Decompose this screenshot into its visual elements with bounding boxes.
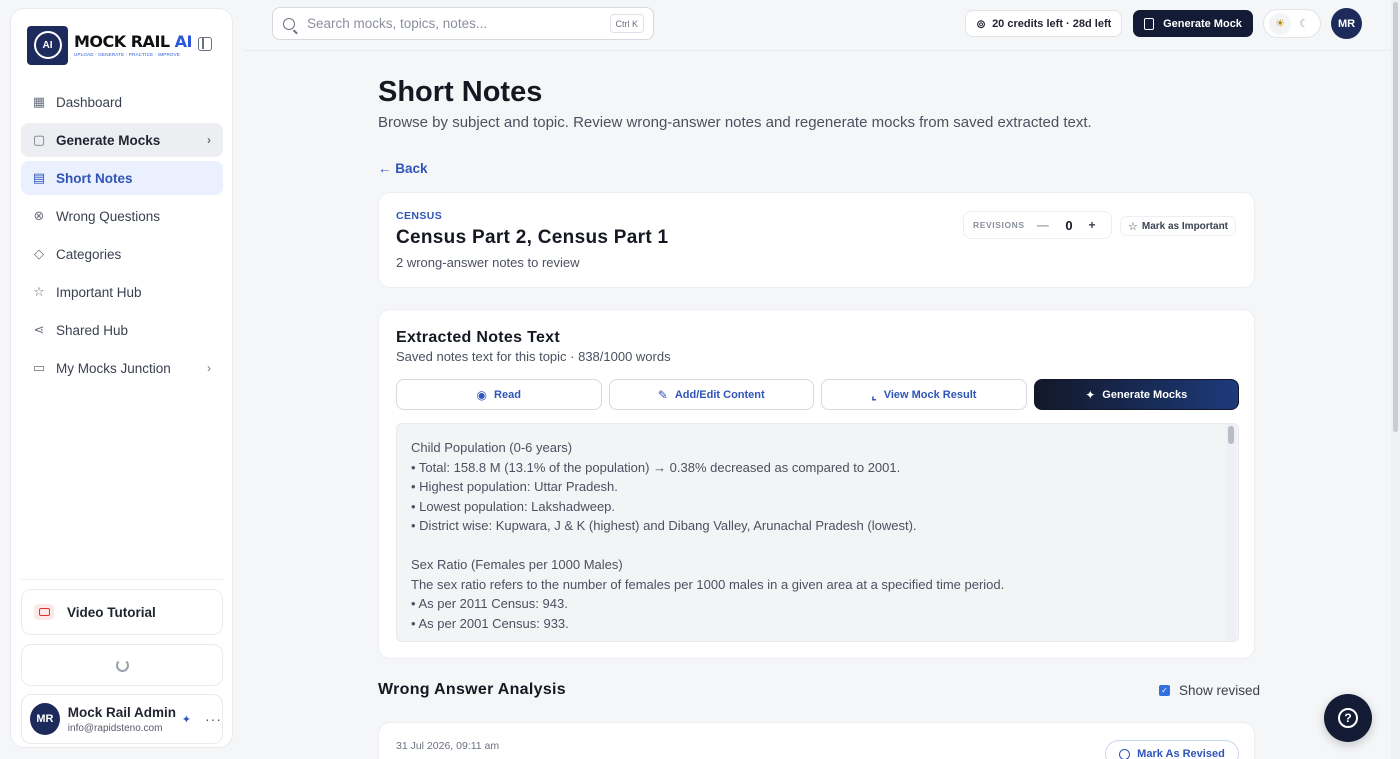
chart-line-icon: ⌞ [871, 387, 877, 402]
sidebar-item-short-notes[interactable]: ▤ Short Notes [21, 161, 223, 195]
sun-icon[interactable]: ☀ [1269, 12, 1291, 35]
sidebar-item-wrong-questions[interactable]: ⊗ Wrong Questions [21, 199, 223, 233]
sidebar-item-label: Important Hub [56, 284, 142, 300]
sidebar-item-categories[interactable]: ◇ Categories [21, 237, 223, 271]
topic-card: CENSUS Census Part 2, Census Part 1 2 wr… [378, 192, 1255, 288]
star-icon: ☆ [33, 284, 45, 299]
sidebar-item-dashboard[interactable]: ▦ Dashboard [21, 85, 223, 119]
star-icon: ☆ [1128, 220, 1138, 233]
sidebar-item-label: My Mocks Junction [56, 360, 171, 376]
spinner-icon [115, 658, 129, 672]
search-input[interactable] [307, 16, 597, 31]
topic-category[interactable]: CENSUS [396, 210, 442, 222]
notes-text: Child Population (0-6 years) • Total: 15… [411, 440, 1005, 631]
section-subtitle: Saved notes text for this topic · 838/10… [396, 349, 671, 364]
eye-icon: ◉ [476, 387, 488, 402]
page-scrollbar[interactable] [1391, 0, 1400, 759]
page-title: Short Notes [378, 76, 543, 108]
grid-icon: ▦ [32, 94, 46, 109]
revisions-label: REVISIONS [973, 220, 1025, 230]
avatar[interactable]: MR [1331, 8, 1362, 39]
credits-text: 20 credits left · 28d left [992, 17, 1112, 30]
checkbox-checked-icon[interactable]: ✓ [1159, 685, 1170, 696]
sidebar-item-generate-mocks[interactable]: ▢ Generate Mocks › [21, 123, 223, 157]
notes-text-area[interactable]: Child Population (0-6 years) • Total: 15… [396, 423, 1239, 642]
credits-badge[interactable]: ⊚ 20 credits left · 28d left [965, 10, 1123, 37]
sidebar-item-label: Dashboard [56, 94, 123, 110]
search-icon [283, 17, 295, 30]
chevron-right-icon: › [207, 361, 211, 375]
x-circle-icon: ⊗ [33, 208, 45, 223]
theme-toggle[interactable]: ☀ ☾ [1263, 9, 1321, 38]
mark-as-revised-button[interactable]: Mark As Revised [1105, 740, 1239, 759]
sidebar-item-label: Short Notes [56, 170, 133, 186]
back-link[interactable]: ← Back [378, 161, 428, 176]
loading-card [21, 644, 223, 686]
more-options-icon[interactable]: ··· [205, 711, 222, 727]
folder-icon: ▭ [32, 360, 46, 375]
file-plus-icon [1144, 17, 1155, 30]
notes-scrollbar[interactable] [1226, 424, 1236, 641]
mark-important-button[interactable]: ☆ Mark as Important [1120, 216, 1237, 236]
file-plus-icon: ▢ [32, 132, 46, 147]
generate-mock-button[interactable]: Generate Mock [1133, 10, 1253, 37]
revisions-count: 0 [1065, 217, 1073, 233]
youtube-icon [34, 604, 54, 620]
divider [21, 579, 223, 580]
logo-mark-icon: AI [27, 25, 68, 65]
user-name: Mock Rail Admin [67, 704, 176, 720]
help-button[interactable]: ? [1324, 694, 1372, 742]
brand-tagline: UPLOAD · GENERATE · PRACTICE · IMPROVE [74, 52, 181, 57]
pencil-icon: ✎ [657, 387, 668, 402]
page-subtitle: Browse by subject and topic. Review wron… [378, 114, 1092, 131]
view-mock-result-button[interactable]: ⌞ View Mock Result [821, 379, 1027, 410]
coins-icon: ⊚ [976, 16, 987, 31]
sparkle-icon: ✦ [181, 713, 191, 726]
extracted-notes-card: Extracted Notes Text Saved notes text fo… [378, 309, 1255, 659]
search-box[interactable]: Ctrl K [272, 7, 654, 40]
notebook-icon: ▤ [32, 170, 46, 185]
top-bar: Ctrl K ⊚ 20 credits left · 28d left Gene… [244, 0, 1390, 51]
video-tutorial-label: Video Tutorial [67, 604, 156, 620]
tags-icon: ◇ [34, 246, 44, 261]
video-tutorial-button[interactable]: Video Tutorial [21, 589, 223, 635]
avatar: MR [30, 703, 60, 735]
read-button[interactable]: ◉ Read [396, 379, 602, 410]
topic-title: Census Part 2, Census Part 1 [396, 227, 669, 248]
sidebar-item-shared-hub[interactable]: ⋖ Shared Hub [21, 313, 223, 347]
brand-name: MOCK RAIL AI [74, 32, 193, 51]
section-title: Extracted Notes Text [396, 329, 560, 346]
sidebar-item-important-hub[interactable]: ☆ Important Hub [21, 275, 223, 309]
user-email: info@rapidsteno.com [67, 722, 163, 734]
circle-icon [1119, 748, 1131, 759]
decrement-button[interactable]: — [1037, 218, 1050, 232]
sidebar-item-label: Categories [56, 246, 122, 262]
sidebar-collapse-icon[interactable] [198, 37, 212, 51]
add-edit-content-button[interactable]: ✎ Add/Edit Content [608, 379, 814, 410]
sidebar-item-label: Shared Hub [56, 322, 129, 338]
wrong-answer-entry: 31 Jul 2026, 09:11 am Mark As Revised [378, 722, 1255, 759]
increment-button[interactable]: + [1089, 218, 1097, 232]
chevron-right-icon: › [207, 133, 211, 147]
shortcut-hint: Ctrl K [609, 14, 644, 33]
sidebar-item-label: Wrong Questions [56, 208, 161, 224]
sidebar-item-label: Generate Mocks [56, 132, 161, 148]
sidebar: AI MOCK RAIL AI UPLOAD · GENERATE · PRAC… [10, 8, 233, 748]
brand-logo[interactable]: AI MOCK RAIL AI UPLOAD · GENERATE · PRAC… [27, 25, 217, 65]
entry-date: 31 Jul 2026, 09:11 am [396, 740, 500, 752]
sidebar-nav: ▦ Dashboard ▢ Generate Mocks › ▤ Short N… [21, 85, 223, 389]
generate-mocks-button[interactable]: ✦ Generate Mocks [1033, 379, 1239, 410]
revisions-counter: REVISIONS — 0 + [963, 211, 1112, 239]
show-revised-checkbox[interactable]: ✓ Show revised [1159, 683, 1260, 698]
notes-actions: ◉ Read ✎ Add/Edit Content ⌞ View Mock Re… [396, 379, 1239, 410]
user-card[interactable]: MR Mock Rail Admin info@rapidsteno.com ✦… [21, 694, 223, 744]
topic-meta: 2 wrong-answer notes to review [396, 255, 580, 270]
wrong-answer-title: Wrong Answer Analysis [378, 681, 566, 698]
help-icon: ? [1338, 708, 1358, 728]
sidebar-item-my-mocks-junction[interactable]: ▭ My Mocks Junction › [21, 351, 223, 385]
sparkle-icon: ✦ [1085, 387, 1096, 402]
moon-icon[interactable]: ☾ [1293, 13, 1315, 35]
share-icon: ⋖ [33, 322, 45, 337]
